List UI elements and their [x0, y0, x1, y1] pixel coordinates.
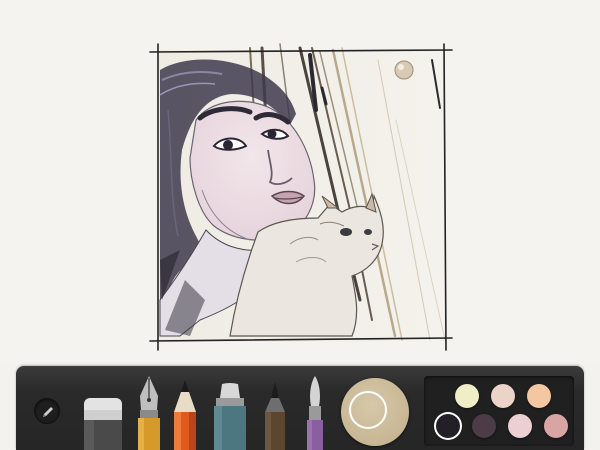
drawing-canvas[interactable] [0, 0, 600, 366]
tool-tray [16, 366, 584, 450]
brush-icon [307, 376, 323, 450]
fountain-pen-tool[interactable] [134, 374, 164, 450]
palette-swatch[interactable] [527, 384, 551, 408]
marker-tool[interactable] [210, 382, 250, 450]
edit-button[interactable] [34, 398, 60, 424]
palette-swatch[interactable] [491, 384, 515, 408]
eraser-tool[interactable] [82, 396, 124, 450]
palette-swatch[interactable] [544, 414, 568, 438]
pencil-tool-icon [174, 380, 196, 450]
pencil-tool[interactable] [172, 378, 198, 450]
palette-swatch[interactable] [508, 414, 532, 438]
pen-icon [265, 382, 285, 450]
palette-swatch[interactable] [455, 384, 479, 408]
pen-tool[interactable] [262, 380, 288, 450]
marker-icon [214, 383, 246, 450]
pencil-icon [43, 407, 53, 417]
color-mixer-button[interactable] [341, 378, 409, 446]
portrait-sketch [149, 43, 453, 351]
color-mixer-icon [349, 391, 387, 429]
color-palette [424, 376, 574, 446]
palette-swatch[interactable] [472, 414, 496, 438]
palette-swatch[interactable] [436, 414, 460, 438]
fountain-pen-icon [138, 376, 160, 450]
brush-tool[interactable] [302, 374, 328, 450]
eraser-icon [84, 398, 122, 450]
